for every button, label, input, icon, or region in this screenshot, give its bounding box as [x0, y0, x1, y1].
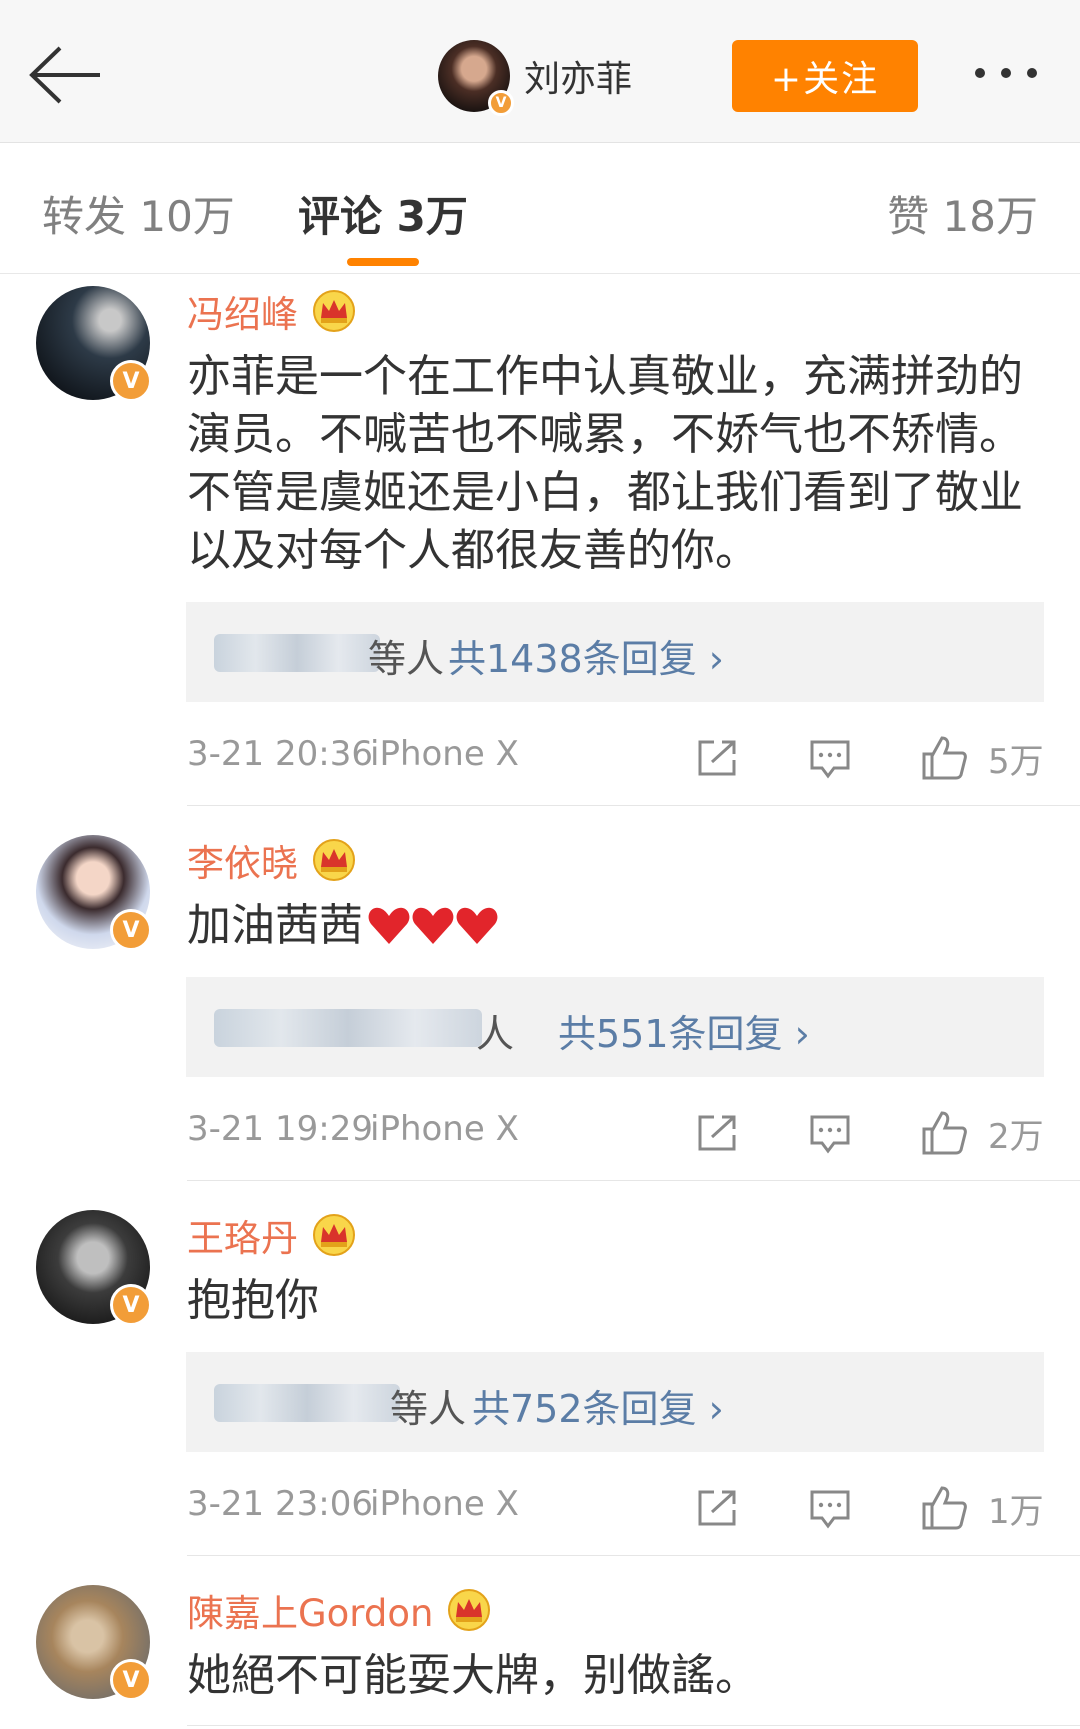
share-icon[interactable] — [696, 738, 740, 778]
comment-device: iPhone X — [370, 1109, 519, 1149]
comment-text-row: 加油茜茜 — [187, 897, 1047, 955]
verified-badge: V — [110, 1284, 152, 1326]
comment-item: V 李依晓 加油茜茜 人 共551条回复 › 3-21 19:29 iPhone… — [0, 825, 1080, 1181]
comment-text: 加油茜茜 — [187, 900, 363, 951]
comment-username[interactable]: 王珞丹 — [187, 1208, 298, 1262]
comment-username[interactable]: 陳嘉上Gordon — [187, 1583, 433, 1637]
reply-suffix: 等人 — [390, 1387, 467, 1431]
comment-text: 抱抱你 — [187, 1275, 319, 1326]
avatar[interactable]: V — [36, 286, 152, 402]
divider — [187, 1555, 1080, 1556]
author-name[interactable]: 刘亦菲 — [524, 50, 632, 102]
comment-time: 3-21 20:36 — [187, 734, 373, 774]
comment-icon[interactable] — [808, 1113, 852, 1155]
reply-count-link[interactable]: 共551条回复 › — [558, 1003, 810, 1058]
comment-device: iPhone X — [370, 1484, 519, 1524]
crown-icon — [313, 1214, 355, 1256]
reply-count-link[interactable]: 共1438条回复 › — [448, 628, 724, 683]
verified-badge: V — [488, 90, 514, 116]
heart-icon — [368, 907, 498, 944]
comment-time: 3-21 19:29 — [187, 1109, 373, 1149]
comment-time: 3-21 23:06 — [187, 1484, 373, 1524]
verified-badge: V — [110, 360, 152, 402]
like-icon[interactable] — [920, 1109, 968, 1155]
comment-username[interactable]: 冯绍峰 — [187, 284, 298, 338]
arrow-left-icon — [29, 46, 100, 104]
divider — [187, 1725, 1080, 1726]
comment-item: V 冯绍峰 亦菲是一个在工作中认真敬业，充满拼劲的演员。不喊苦也不喊累，不娇气也… — [0, 276, 1080, 806]
top-bar: V 刘亦菲 +关注 — [0, 0, 1080, 143]
reply-preview[interactable]: 等人 共1438条回复 › — [186, 602, 1044, 702]
blurred-username — [214, 634, 380, 672]
comment-text: 亦菲是一个在工作中认真敬业，充满拼劲的演员。不喊苦也不喊累，不娇气也不矫情。不管… — [187, 351, 1023, 576]
follow-button[interactable]: +关注 — [732, 40, 918, 112]
comment-item: V 王珞丹 抱抱你 等人 共752条回复 › 3-21 23:06 iPhone… — [0, 1200, 1080, 1556]
verified-badge: V — [110, 1659, 152, 1701]
verified-badge: V — [110, 909, 152, 951]
tab-bar: 转发 10万 评论 3万 赞 18万 — [0, 143, 1080, 274]
like-count: 2万 — [988, 1117, 1044, 1157]
reply-preview[interactable]: 等人 共752条回复 › — [186, 1352, 1044, 1452]
crown-icon — [313, 290, 355, 332]
comment-item: V 陳嘉上Gordon 她絕不可能耍大牌，别做謠。 — [0, 1575, 1080, 1729]
comment-device: iPhone X — [370, 734, 519, 774]
reply-suffix: 等人 — [368, 637, 445, 681]
more-dots-icon[interactable] — [975, 68, 1055, 88]
active-tab-indicator — [347, 258, 419, 266]
like-count: 5万 — [988, 742, 1044, 782]
avatar[interactable]: V — [36, 1585, 152, 1701]
avatar[interactable]: V — [36, 835, 152, 951]
share-icon[interactable] — [696, 1488, 740, 1528]
crown-icon — [448, 1589, 491, 1631]
reply-count-link[interactable]: 共752条回复 › — [472, 1378, 724, 1433]
blurred-username — [214, 1009, 482, 1047]
divider — [187, 805, 1080, 806]
like-count: 1万 — [988, 1492, 1044, 1532]
tab-like[interactable]: 赞 18万 — [887, 183, 1038, 244]
back-button[interactable] — [26, 40, 106, 110]
blurred-username — [214, 1384, 400, 1422]
author-avatar[interactable]: V — [438, 40, 514, 116]
share-icon[interactable] — [696, 1113, 740, 1153]
reply-suffix: 人 — [476, 1012, 515, 1056]
divider — [187, 1180, 1080, 1181]
comment-icon[interactable] — [808, 738, 852, 780]
tab-repost[interactable]: 转发 10万 — [42, 183, 235, 244]
reply-preview[interactable]: 人 共551条回复 › — [186, 977, 1044, 1077]
crown-icon — [313, 839, 355, 881]
avatar[interactable]: V — [36, 1210, 152, 1326]
like-icon[interactable] — [920, 734, 968, 780]
post-author[interactable]: V 刘亦菲 — [438, 40, 632, 116]
comment-text: 她絕不可能耍大牌，别做謠。 — [187, 1650, 759, 1701]
comment-username[interactable]: 李依晓 — [187, 833, 298, 887]
like-icon[interactable] — [920, 1484, 968, 1530]
tab-comment[interactable]: 评论 3万 — [298, 183, 468, 244]
comment-icon[interactable] — [808, 1488, 852, 1530]
